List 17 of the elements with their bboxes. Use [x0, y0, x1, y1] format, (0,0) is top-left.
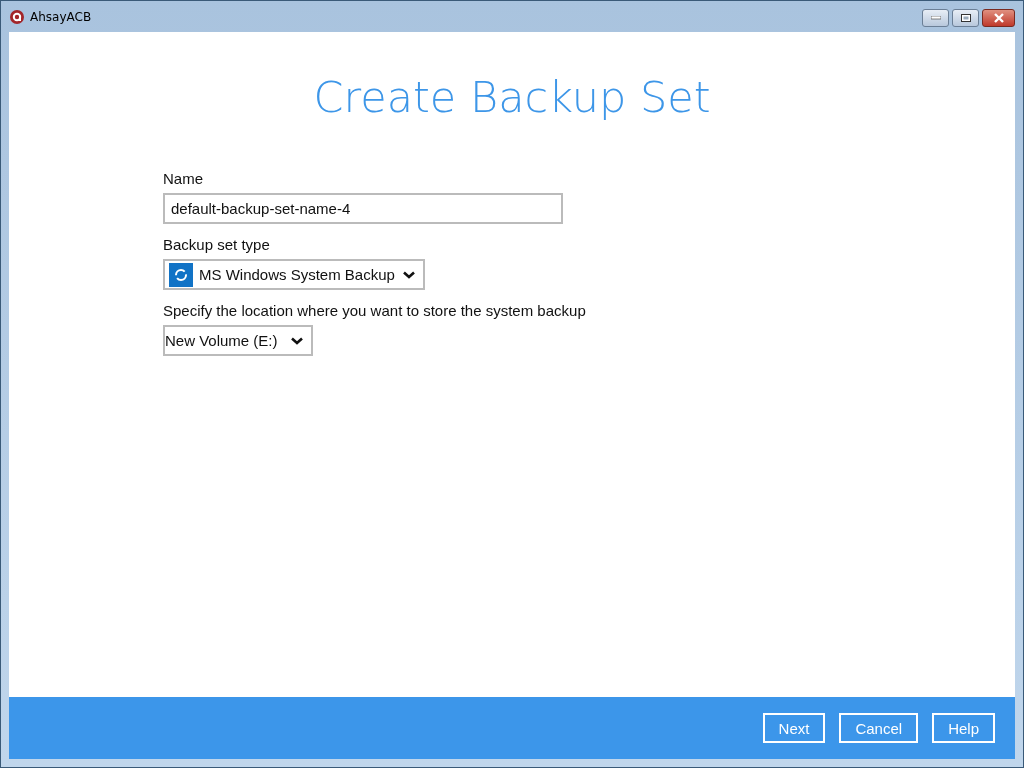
page-heading: Create Backup Set [312, 72, 712, 122]
app-logo-icon [10, 9, 24, 24]
caret-icon [403, 270, 415, 279]
caret-icon [291, 336, 303, 345]
field-label: Specify the location where you want to store the system backup [163, 302, 586, 319]
window-title: AhsayACB [30, 9, 92, 24]
field-label: Name [163, 170, 203, 187]
close-icon [992, 13, 1005, 23]
maximize-button[interactable] [952, 9, 979, 27]
dropdown[interactable]: MS Windows System Backup [163, 259, 425, 290]
close-button[interactable] [982, 9, 1015, 27]
minimize-icon [930, 16, 941, 20]
maximize-icon [960, 14, 971, 22]
backup-type-icon [169, 262, 193, 287]
dropdown[interactable]: New Volume (E:) [163, 325, 313, 356]
name-input-field[interactable]: default-backup-set-name-4 [163, 193, 563, 224]
field-label: Backup set type [163, 236, 270, 253]
